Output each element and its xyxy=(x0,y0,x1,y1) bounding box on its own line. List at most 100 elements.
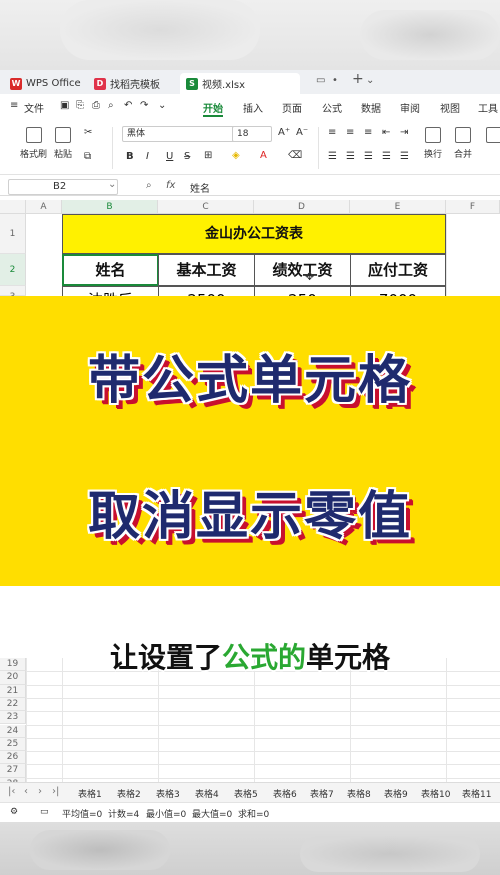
bold-button[interactable]: B xyxy=(126,151,134,162)
sheet-tab-6[interactable]: 表格6 xyxy=(273,787,297,800)
underline-button[interactable]: U xyxy=(166,151,173,162)
align-center-icon[interactable]: ☰ xyxy=(346,151,355,162)
header-cell-performance[interactable]: 绩效工资 xyxy=(254,254,351,286)
row-header-21[interactable]: 21 xyxy=(0,684,26,698)
sheet-tab-7[interactable]: 表格7 xyxy=(310,787,334,800)
column-header-a[interactable]: A xyxy=(26,200,62,214)
font-shrink-icon[interactable]: A⁻ xyxy=(296,127,308,138)
align-left-icon[interactable]: ☰ xyxy=(328,151,337,162)
formula-content[interactable]: 姓名 xyxy=(190,180,210,195)
justify-icon[interactable]: ☰ xyxy=(382,151,391,162)
copy-icon[interactable]: ⧉ xyxy=(84,151,91,162)
fill-color-icon[interactable]: ◈ xyxy=(232,150,240,161)
header-cell-payable[interactable]: 应付工资 xyxy=(350,254,446,286)
row-header-1[interactable]: 1 xyxy=(0,214,26,254)
more-chevron-icon[interactable]: ⌄ xyxy=(158,100,166,111)
zoom-search-icon[interactable]: ⌕ xyxy=(146,180,152,191)
column-header-b[interactable]: B xyxy=(62,200,158,214)
preview-icon[interactable]: ⌕ xyxy=(108,100,114,111)
menu-page[interactable]: 页面 xyxy=(282,100,302,115)
menu-data[interactable]: 数据 xyxy=(361,100,381,115)
prev-sheet-icon[interactable]: ‹ xyxy=(24,786,28,797)
menu-review[interactable]: 审阅 xyxy=(400,100,420,115)
select-all-corner[interactable] xyxy=(0,200,26,214)
data-cell[interactable]: 沈胜后 xyxy=(62,286,159,296)
menu-formula[interactable]: 公式 xyxy=(322,100,342,115)
data-cell[interactable]: 2500 xyxy=(158,286,255,296)
paste-button[interactable]: 粘贴 xyxy=(54,127,72,160)
menu-home[interactable]: 开始 xyxy=(203,100,223,115)
sheet-tab-10[interactable]: 表格10 xyxy=(421,787,450,800)
sheet-tab-5[interactable]: 表格5 xyxy=(234,787,258,800)
row-header-26[interactable]: 26 xyxy=(0,751,26,765)
wrap-text-button[interactable]: 换行 xyxy=(424,127,442,160)
column-header-d[interactable]: D xyxy=(254,200,350,214)
undo-icon[interactable]: ↶ xyxy=(124,100,132,111)
new-tab-plus-icon[interactable]: + xyxy=(352,71,364,87)
row-header-2[interactable]: 2 xyxy=(0,254,26,286)
row-header-24[interactable]: 24 xyxy=(0,724,26,738)
row-header-27[interactable]: 27 xyxy=(0,764,26,778)
row-header-3[interactable]: 3 xyxy=(0,286,26,302)
row-header-25[interactable]: 25 xyxy=(0,737,26,752)
font-name-select[interactable]: 黑体 xyxy=(122,126,242,142)
strikethrough-icon[interactable]: S̶ xyxy=(184,151,190,162)
clear-format-icon[interactable]: ⌫ xyxy=(288,150,302,161)
tab-wps-office[interactable]: W WPS Office xyxy=(4,73,84,94)
sheet-tab-4[interactable]: 表格4 xyxy=(195,787,219,800)
font-size-select[interactable]: 18 xyxy=(232,126,272,142)
sheet-tab-2[interactable]: 表格2 xyxy=(117,787,141,800)
row-header-23[interactable]: 23 xyxy=(0,711,26,725)
align-top-icon[interactable]: ≡ xyxy=(328,127,336,138)
menu-insert[interactable]: 插入 xyxy=(243,100,263,115)
border-icon[interactable]: ⊞ xyxy=(204,150,212,161)
merge-cells-button[interactable]: 合并 xyxy=(454,127,472,160)
menu-view[interactable]: 视图 xyxy=(440,100,460,115)
format-painter-button[interactable]: 格式刷 xyxy=(20,127,47,160)
next-sheet-icon[interactable]: › xyxy=(38,786,42,797)
column-header-c[interactable]: C xyxy=(158,200,254,214)
name-box[interactable]: B2 xyxy=(8,179,118,195)
overflow-button[interactable] xyxy=(486,127,500,147)
print-icon[interactable]: ⎙ xyxy=(92,100,100,111)
fx-icon[interactable]: fx xyxy=(166,180,175,191)
monitor-icon[interactable]: ▭ xyxy=(316,75,325,86)
last-sheet-icon[interactable]: ›| xyxy=(52,786,59,797)
font-color-icon[interactable]: A xyxy=(260,150,267,161)
data-cell[interactable]: 250 xyxy=(254,286,351,296)
menu-tools[interactable]: 工具 xyxy=(478,100,498,115)
sheet-tab-11[interactable]: 表格11 xyxy=(462,787,491,800)
header-cell-base-salary[interactable]: 基本工资 xyxy=(158,254,255,286)
distribute-icon[interactable]: ☰ xyxy=(400,151,409,162)
export-icon[interactable]: ⎘ xyxy=(76,100,84,111)
redo-icon[interactable]: ↷ xyxy=(140,100,148,111)
cut-icon[interactable]: ✂ xyxy=(84,127,92,138)
hamburger-icon[interactable]: ≡ xyxy=(10,100,18,111)
sheet-tab-3[interactable]: 表格3 xyxy=(156,787,180,800)
chevron-down-icon[interactable]: ⌄ xyxy=(108,179,116,190)
data-cell[interactable]: 7000 xyxy=(350,286,446,296)
align-right-icon[interactable]: ☰ xyxy=(364,151,373,162)
first-sheet-icon[interactable]: |‹ xyxy=(8,786,15,797)
column-header-f[interactable]: F xyxy=(446,200,500,214)
tab-video-xlsx[interactable]: S 视频.xlsx xyxy=(180,73,300,94)
tab-docer-templates[interactable]: D 找稻壳模板 xyxy=(88,73,176,94)
header-cell-name[interactable]: 姓名 xyxy=(62,254,159,286)
save-icon[interactable]: ▣ xyxy=(60,100,69,111)
sheet-tab-8[interactable]: 表格8 xyxy=(347,787,371,800)
align-bottom-icon[interactable]: ≡ xyxy=(364,127,372,138)
row-header-22[interactable]: 22 xyxy=(0,697,26,712)
column-header-e[interactable]: E xyxy=(350,200,446,214)
font-grow-icon[interactable]: A⁺ xyxy=(278,127,290,138)
sheet-tab-1[interactable]: 表格1 xyxy=(78,787,102,800)
menu-file[interactable]: 文件 xyxy=(24,100,44,115)
sheet-tab-9[interactable]: 表格9 xyxy=(384,787,408,800)
selection-icon[interactable]: ▭ xyxy=(40,807,49,817)
chevron-down-icon[interactable]: ⌄ xyxy=(366,75,374,86)
align-middle-icon[interactable]: ≡ xyxy=(346,127,354,138)
settings-icon[interactable]: ⚙ xyxy=(10,807,18,817)
indent-increase-icon[interactable]: ⇥ xyxy=(400,127,408,138)
italic-button[interactable]: I xyxy=(146,151,149,162)
table-title-cell[interactable]: 金山办公工资表 xyxy=(62,214,446,254)
indent-decrease-icon[interactable]: ⇤ xyxy=(382,127,390,138)
